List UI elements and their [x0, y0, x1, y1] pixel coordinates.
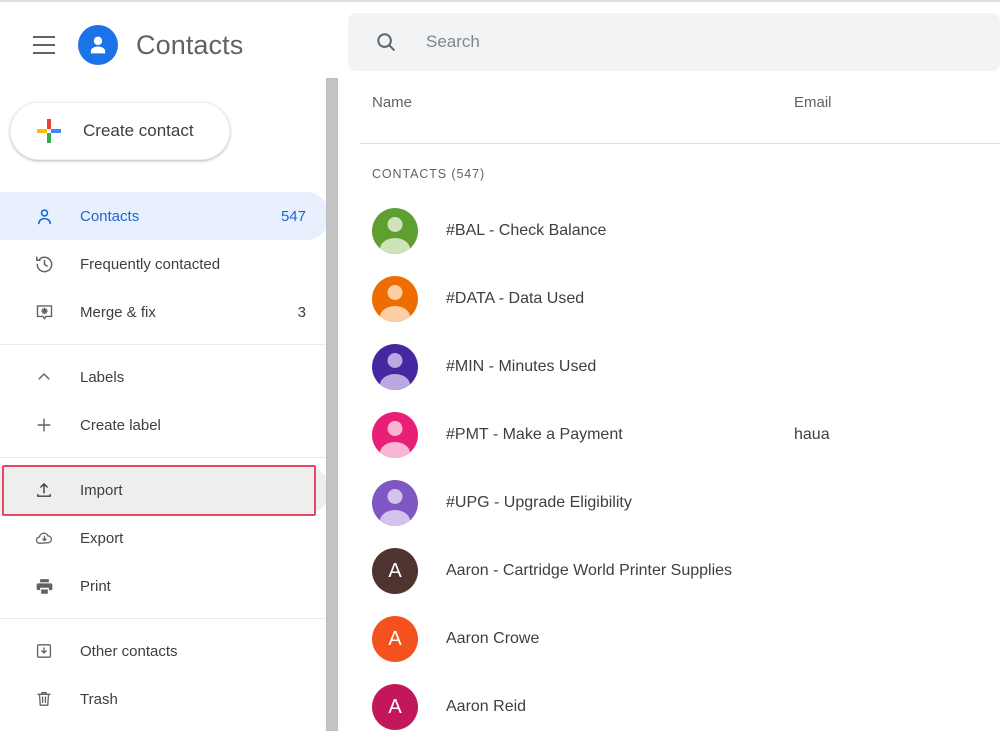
- contact-name: #UPG - Upgrade Eligibility: [446, 494, 632, 512]
- contact-name: Aaron - Cartridge World Printer Supplies: [446, 562, 732, 580]
- avatar-person-icon: [388, 353, 403, 368]
- avatar-person-icon: [388, 421, 403, 436]
- avatar-person-icon: [388, 217, 403, 232]
- app-header: Contacts: [0, 16, 330, 74]
- sidebar-label: Frequently contacted: [80, 256, 306, 273]
- avatar: A: [372, 684, 418, 730]
- table-row[interactable]: #DATA - Data Used: [340, 265, 1000, 333]
- column-header-email: Email: [794, 94, 832, 111]
- avatar-person-icon: [388, 285, 403, 300]
- page-title: Contacts: [136, 30, 243, 61]
- sidebar-divider-2: [0, 457, 330, 458]
- avatar-person-icon-body: [380, 306, 410, 322]
- column-header-name: Name: [372, 94, 412, 111]
- avatar: [372, 344, 418, 390]
- person-icon: [32, 204, 56, 228]
- create-contact-button[interactable]: Create contact: [10, 102, 230, 160]
- contact-name: #BAL - Check Balance: [446, 222, 606, 240]
- table-header-divider: [360, 143, 1000, 144]
- sidebar-label: Create label: [80, 417, 306, 434]
- sidebar-count: 547: [281, 208, 306, 225]
- sidebar-item-create-label[interactable]: Create label: [0, 401, 330, 449]
- contact-name: #DATA - Data Used: [446, 290, 584, 308]
- sidebar-scrollbar-thumb[interactable]: [326, 78, 338, 731]
- contacts-app: Contacts Create contact Contacts 547: [0, 0, 1000, 731]
- table-row[interactable]: A Aaron Crowe: [340, 605, 1000, 673]
- avatar-person-icon: [388, 489, 403, 504]
- sidebar-label: Export: [80, 530, 306, 547]
- google-plus-icon: [37, 119, 61, 143]
- avatar-person-icon-body: [380, 374, 410, 390]
- sidebar-divider-1: [0, 344, 330, 345]
- avatar: [372, 276, 418, 322]
- sidebar-item-import[interactable]: Import: [0, 466, 330, 514]
- contacts-list: #BAL - Check Balance #DATA - Data Used #MI…: [340, 197, 1000, 731]
- sidebar-divider-3: [0, 618, 330, 619]
- sidebar-item-frequently-contacted[interactable]: Frequently contacted: [0, 240, 330, 288]
- sidebar-item-print[interactable]: Print: [0, 562, 330, 610]
- sidebar-item-merge-and-fix[interactable]: Merge & fix 3: [0, 288, 330, 336]
- contact-name: #MIN - Minutes Used: [446, 358, 596, 376]
- search-placeholder: Search: [426, 32, 480, 52]
- plus-icon: [32, 413, 56, 437]
- avatar-initial: A: [388, 561, 401, 581]
- sidebar-label: Print: [80, 578, 306, 595]
- avatar: A: [372, 616, 418, 662]
- search-input[interactable]: Search: [348, 13, 1000, 71]
- sidebar-item-export[interactable]: Export: [0, 514, 330, 562]
- table-row[interactable]: A Aaron Reid: [340, 673, 1000, 731]
- sidebar-count: 3: [298, 304, 306, 321]
- sidebar-item-contacts[interactable]: Contacts 547: [0, 192, 330, 240]
- contact-name: Aaron Crowe: [446, 630, 539, 648]
- sidebar-label: Trash: [80, 691, 306, 708]
- contact-name: Aaron Reid: [446, 698, 526, 716]
- chevron-up-icon: [32, 365, 56, 389]
- contacts-section-label: CONTACTS (547): [372, 167, 485, 181]
- avatar-person-icon-body: [380, 442, 410, 458]
- printer-icon: [32, 574, 56, 598]
- sidebar-nav: Contacts 547 Frequently contacted: [0, 192, 330, 723]
- avatar-initial: A: [388, 629, 401, 649]
- avatar-initial: A: [388, 697, 401, 717]
- sidebar-item-trash[interactable]: Trash: [0, 675, 330, 723]
- sidebar-label: Contacts: [80, 208, 281, 225]
- table-row[interactable]: #UPG - Upgrade Eligibility: [340, 469, 1000, 537]
- contact-email: haua: [794, 426, 830, 444]
- avatar-person-icon-body: [380, 238, 410, 254]
- table-row[interactable]: #MIN - Minutes Used: [340, 333, 1000, 401]
- sidebar-item-labels[interactable]: Labels: [0, 353, 330, 401]
- table-row[interactable]: A Aaron - Cartridge World Printer Supplie…: [340, 537, 1000, 605]
- archive-box-icon: [32, 639, 56, 663]
- contacts-person-logo-icon: [78, 25, 118, 65]
- avatar: [372, 208, 418, 254]
- avatar-person-icon-body: [380, 510, 410, 526]
- history-clock-icon: [32, 252, 56, 276]
- contact-name: #PMT - Make a Payment: [446, 426, 623, 444]
- sidebar-item-other-contacts[interactable]: Other contacts: [0, 627, 330, 675]
- avatar: A: [372, 548, 418, 594]
- avatar: [372, 480, 418, 526]
- search-icon: [374, 30, 398, 54]
- main-content: Search Name Email CONTACTS (547) #BAL - …: [340, 2, 1000, 731]
- trash-icon: [32, 687, 56, 711]
- sidebar-label: Merge & fix: [80, 304, 298, 321]
- sidebar-label: Labels: [80, 369, 306, 386]
- sidebar: Contacts Create contact Contacts 547: [0, 2, 330, 731]
- cloud-download-icon: [32, 526, 56, 550]
- sidebar-label: Other contacts: [80, 643, 306, 660]
- table-row[interactable]: #PMT - Make a Payment haua: [340, 401, 1000, 469]
- upload-icon: [32, 478, 56, 502]
- avatar: [372, 412, 418, 458]
- sidebar-label: Import: [80, 482, 306, 499]
- create-contact-label: Create contact: [83, 121, 194, 141]
- hamburger-menu-icon[interactable]: [22, 23, 66, 67]
- merge-fix-icon: [32, 300, 56, 324]
- table-row[interactable]: #BAL - Check Balance: [340, 197, 1000, 265]
- table-column-headers: Name Email: [340, 94, 1000, 140]
